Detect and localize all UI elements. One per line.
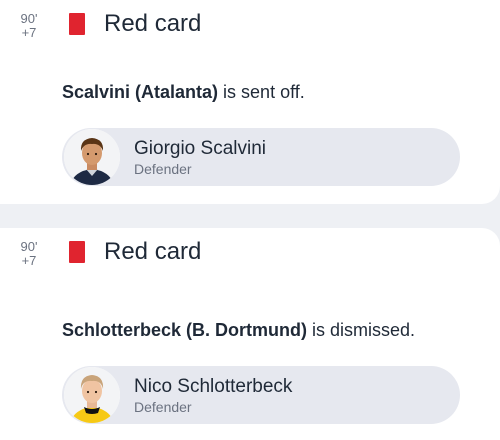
added-time-value: +7	[21, 253, 37, 268]
player-chip[interactable]: Nico Schlotterbeck Defender	[62, 366, 460, 424]
minute-value: 90'	[20, 11, 38, 26]
player-name: Giorgio Scalvini	[134, 138, 266, 159]
event-minute: 90' +7	[16, 240, 42, 268]
event-card-red-card: 90' +7 Red card Schlotterbeck (B. Dortmu…	[0, 228, 500, 440]
minute-value: 90'	[20, 239, 38, 254]
red-card-icon	[69, 13, 85, 35]
player-photo-icon	[64, 367, 120, 423]
event-description: Schlotterbeck (B. Dortmund) is dismissed…	[62, 318, 415, 342]
player-chip[interactable]: Giorgio Scalvini Defender	[62, 128, 460, 186]
player-photo-icon	[64, 129, 120, 185]
event-description-rest: is sent off.	[218, 82, 305, 102]
event-title: Red card	[104, 238, 202, 265]
player-name: Nico Schlotterbeck	[134, 376, 293, 397]
event-description: Scalvini (Atalanta) is sent off.	[62, 80, 305, 104]
event-description-subject: Scalvini (Atalanta)	[62, 82, 219, 102]
player-position: Defender	[134, 399, 192, 415]
event-title: Red card	[104, 10, 202, 37]
event-minute: 90' +7	[16, 12, 42, 40]
event-description-rest: is dismissed.	[307, 320, 416, 340]
event-card-red-card: 90' +7 Red card Scalvini (Atalanta) is s…	[0, 0, 500, 204]
player-position: Defender	[134, 161, 192, 177]
red-card-icon	[69, 241, 85, 263]
added-time-value: +7	[21, 25, 37, 40]
event-description-subject: Schlotterbeck (B. Dortmund)	[62, 320, 308, 340]
